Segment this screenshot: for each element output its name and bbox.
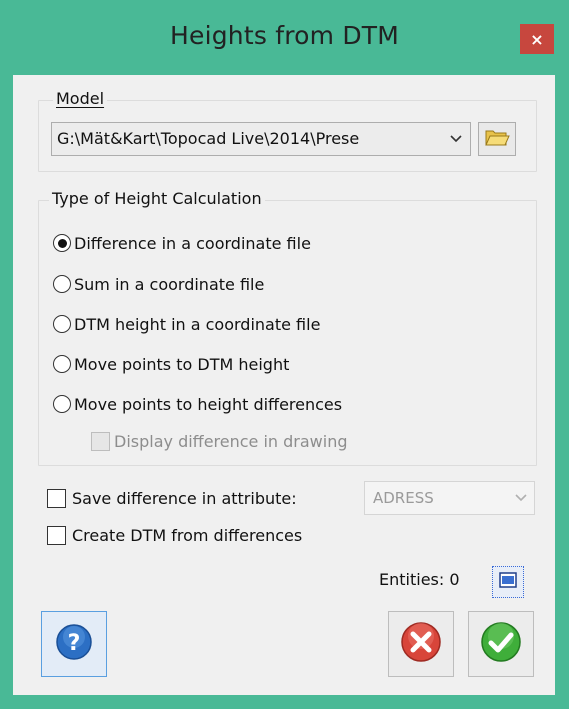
close-icon: × xyxy=(530,29,544,49)
svg-text:?: ? xyxy=(68,631,81,656)
radio-sum-button[interactable] xyxy=(53,275,71,293)
create-dtm-option[interactable]: Create DTM from differences xyxy=(47,522,302,548)
radio-move-dtm[interactable]: Move points to DTM height xyxy=(53,351,289,377)
select-entities-button[interactable] xyxy=(492,566,524,598)
ok-icon xyxy=(480,621,522,667)
cancel-icon xyxy=(400,621,442,667)
title-bar[interactable]: Heights from DTM × xyxy=(0,0,569,75)
radio-selected-dot xyxy=(57,238,67,248)
radio-difference-button[interactable] xyxy=(53,234,71,252)
attribute-value: ADRESS xyxy=(373,489,434,507)
chevron-down-icon[interactable] xyxy=(444,123,468,155)
display-difference-label: Display difference in drawing xyxy=(114,431,348,451)
radio-move-diff-label: Move points to height differences xyxy=(74,394,343,414)
radio-dtm-height-label: DTM height in a coordinate file xyxy=(74,314,321,334)
model-path-value: G:\Mät&Kart\Topocad Live\2014\Prese xyxy=(57,129,360,148)
display-difference-checkbox xyxy=(91,431,110,451)
browse-model-button[interactable] xyxy=(478,122,516,156)
radio-sum[interactable]: Sum in a coordinate file xyxy=(53,271,264,297)
attribute-select: ADRESS xyxy=(364,481,535,515)
display-difference-option: Display difference in drawing xyxy=(91,428,348,454)
entities-count: Entities: 0 xyxy=(379,570,460,589)
model-group-label: Model xyxy=(53,89,108,108)
folder-icon xyxy=(484,126,510,152)
radio-move-dtm-label: Move points to DTM height xyxy=(74,354,290,374)
help-button[interactable]: ? xyxy=(41,611,107,677)
dialog-body: Model G:\Mät&Kart\Topocad Live\2014\Pres… xyxy=(13,75,555,695)
create-dtm-checkbox[interactable] xyxy=(47,525,66,545)
save-difference-option[interactable]: Save difference in attribute: xyxy=(47,485,297,511)
radio-move-diff-button[interactable] xyxy=(53,395,71,413)
radio-move-diff[interactable]: Move points to height differences xyxy=(53,391,342,417)
attribute-chevron-down-icon xyxy=(514,482,528,514)
model-path-select[interactable]: G:\Mät&Kart\Topocad Live\2014\Prese xyxy=(51,122,471,156)
radio-dtm-height-button[interactable] xyxy=(53,315,71,333)
height-calc-group: Type of Height Calculation Difference in… xyxy=(38,189,537,466)
ok-button[interactable] xyxy=(468,611,534,677)
help-icon: ? xyxy=(55,623,93,665)
model-group: Model G:\Mät&Kart\Topocad Live\2014\Pres… xyxy=(38,89,537,172)
cancel-button[interactable] xyxy=(388,611,454,677)
radio-difference-label: Difference in a coordinate file xyxy=(74,233,311,253)
create-dtm-label: Create DTM from differences xyxy=(72,525,303,545)
height-calc-group-label: Type of Height Calculation xyxy=(49,189,265,208)
close-button[interactable]: × xyxy=(520,24,554,54)
radio-dtm-height[interactable]: DTM height in a coordinate file xyxy=(53,311,320,337)
save-difference-checkbox[interactable] xyxy=(47,488,66,508)
window-title: Heights from DTM xyxy=(169,21,400,50)
dialog-window: Heights from DTM × Model G:\Mät&Kart\Top… xyxy=(0,0,569,709)
save-difference-label: Save difference in attribute: xyxy=(72,488,297,508)
select-window-icon xyxy=(499,572,517,592)
radio-difference[interactable]: Difference in a coordinate file xyxy=(53,230,311,256)
radio-sum-label: Sum in a coordinate file xyxy=(74,274,265,294)
radio-move-dtm-button[interactable] xyxy=(53,355,71,373)
